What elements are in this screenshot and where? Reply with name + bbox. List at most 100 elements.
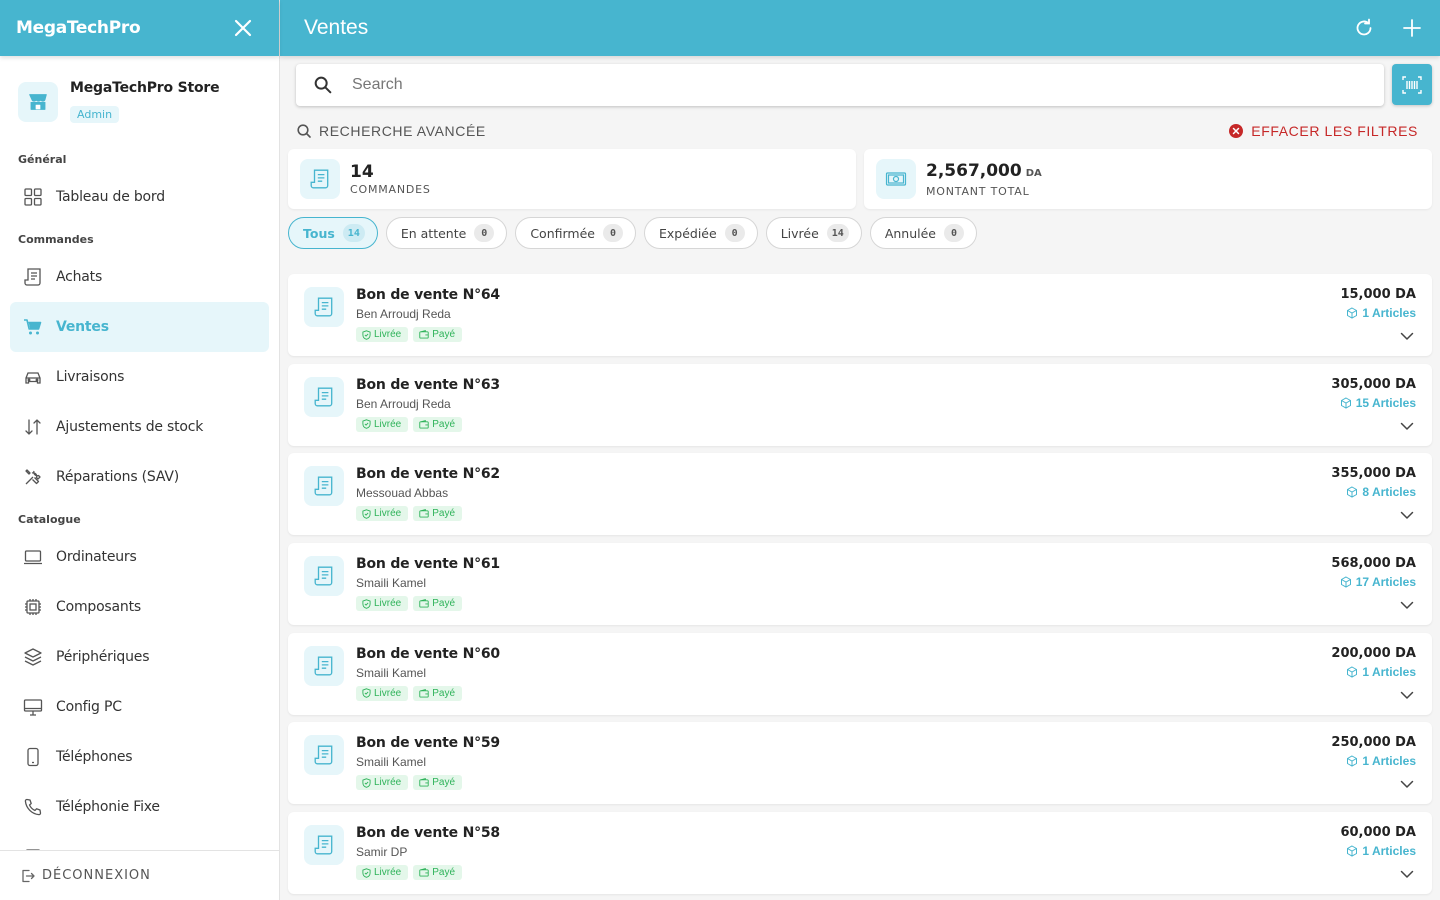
order-card[interactable]: Bon de vente N°59 Smaili Kamel Livrée Pa… [288, 722, 1432, 805]
chip-annulee[interactable]: Annulée 0 [869, 217, 977, 249]
badge-label: Payé [432, 598, 456, 610]
delivery-status-badge: Livrée [356, 506, 409, 522]
badge-label: Payé [432, 508, 456, 520]
cash-icon [885, 172, 907, 186]
order-articles: 17 Articles [1340, 575, 1416, 589]
chevron-down-icon[interactable] [1398, 596, 1416, 614]
advanced-search-button[interactable]: RECHERCHE AVANCÉE [296, 123, 486, 139]
add-icon[interactable] [1400, 16, 1424, 40]
close-icon[interactable] [231, 16, 255, 40]
sidebar-item-config-pc[interactable]: Config PC [10, 682, 269, 732]
barcode-scan-button[interactable] [1392, 64, 1432, 105]
order-card[interactable]: Bon de vente N°64 Ben Arroudj Reda Livré… [288, 274, 1432, 356]
order-amount: 305,000 DA [1331, 376, 1416, 392]
articles-count: 1 Articles [1362, 664, 1416, 679]
chevron-down-icon[interactable] [1398, 506, 1416, 524]
delivery-status-badge: Livrée [356, 865, 409, 881]
orders-list: Bon de vente N°64 Ben Arroudj Reda Livré… [288, 274, 1432, 900]
store-name: MegaTechPro Store [70, 80, 220, 96]
articles-count: 8 Articles [1362, 485, 1416, 500]
search-input[interactable] [352, 76, 1332, 94]
sidebar-item-label: Config PC [56, 699, 122, 715]
logout-button[interactable]: DÉCONNEXION [0, 850, 279, 900]
sidebar-item-livraisons[interactable]: Livraisons [10, 352, 269, 402]
brand-name: MegaTechPro [16, 18, 141, 38]
order-amount: 200,000 DA [1331, 645, 1416, 661]
sidebar-item-achats[interactable]: Achats [10, 252, 269, 302]
order-client: Samir DP [356, 845, 408, 860]
order-card[interactable]: Bon de vente N°60 Smaili Kamel Livrée Pa… [288, 632, 1432, 715]
order-amount: 355,000 DA [1331, 466, 1416, 482]
wallet-icon [419, 688, 429, 698]
order-card[interactable]: Bon de vente N°63 Ben Arroudj Reda Livré… [288, 363, 1432, 446]
chevron-down-icon[interactable] [1398, 327, 1416, 345]
chip-livree[interactable]: Livrée 14 [765, 217, 862, 249]
sidebar-header: MegaTechPro [0, 0, 279, 56]
chevron-down-icon[interactable] [1398, 775, 1416, 793]
filter-row: RECHERCHE AVANCÉE EFFACER LES FILTRES [296, 121, 1418, 141]
sidebar-item-telephones[interactable]: Téléphones [10, 732, 269, 782]
status-filter-chips: Tous 14 En attente 0 Confirmée 0 Expédiée 0 … [288, 217, 977, 249]
sidebar-item-dashboard[interactable]: Tableau de bord [10, 172, 269, 222]
delivery-status-badge: Livrée [356, 685, 409, 701]
sidebar-item-label: Ventes [56, 319, 109, 335]
order-amount: 15,000 DA [1340, 287, 1416, 302]
package-icon [1347, 666, 1358, 678]
chip-expediee[interactable]: Expédiée 0 [643, 217, 758, 249]
logout-label: DÉCONNEXION [42, 868, 151, 883]
store-icon [29, 94, 47, 110]
package-icon [1347, 755, 1358, 768]
badge-label: Livrée [374, 777, 402, 789]
order-amount: 250,000 DA [1331, 735, 1416, 751]
stats-row: 14 COMMANDES 2,567,000 DA MONTANT TOTAL [288, 149, 1432, 209]
chevron-down-icon[interactable] [1398, 417, 1416, 435]
order-card[interactable]: Bon de vente N°61 Smaili Kamel Livrée Pa… [288, 543, 1432, 626]
receipt-icon [314, 656, 333, 676]
sidebar-nav: Général Tableau de bord Commandes Achats… [0, 148, 279, 850]
delivery-status-badge: Livrée [356, 416, 409, 432]
top-app-bar: Ventes [280, 0, 1440, 56]
total-unit: DA [1025, 167, 1042, 179]
wallet-icon [419, 419, 429, 429]
sidebar-item-label: Composants [56, 599, 141, 615]
chip-count: 0 [602, 224, 623, 242]
package-icon [1340, 397, 1351, 409]
chevron-down-icon[interactable] [1398, 865, 1416, 883]
sidebar-item-ordinateurs[interactable]: Ordinateurs [10, 532, 269, 582]
laptop-icon [24, 550, 42, 565]
sidebar-item-reparations[interactable]: Réparations (SAV) [10, 452, 269, 502]
receipt-icon [314, 745, 333, 765]
order-card[interactable]: Bon de vente N°58 Samir DP Livrée Payé 6… [288, 812, 1432, 895]
sidebar-item-partial[interactable] [10, 832, 269, 850]
logout-icon [22, 869, 35, 882]
chip-confirmee[interactable]: Confirmée 0 [515, 217, 636, 249]
payment-status-badge: Payé [413, 327, 463, 342]
package-icon [1347, 486, 1358, 498]
store-avatar [18, 82, 58, 122]
chip-tous[interactable]: Tous 14 [288, 217, 378, 249]
sidebar-item-ventes[interactable]: Ventes [10, 302, 269, 352]
order-card[interactable]: Bon de vente N°62 Messouad Abbas Livrée … [288, 453, 1432, 536]
refresh-icon[interactable] [1352, 16, 1376, 40]
order-client: Messouad Abbas [356, 486, 449, 501]
sidebar-item-label: Livraisons [56, 369, 125, 385]
order-title: Bon de vente N°60 [356, 645, 500, 662]
chip-en-attente[interactable]: En attente 0 [385, 217, 508, 249]
chip-count: 14 [342, 224, 365, 242]
order-client: Smaili Kamel [356, 755, 427, 770]
payment-status-badge: Payé [413, 596, 463, 612]
clear-filters-button[interactable]: EFFACER LES FILTRES [1229, 123, 1418, 139]
search-icon [297, 124, 311, 138]
sidebar-item-telephonie-fixe[interactable]: Téléphonie Fixe [10, 782, 269, 832]
order-client: Smaili Kamel [356, 576, 427, 591]
receipt-icon [314, 387, 333, 407]
order-title: Bon de vente N°64 [356, 287, 500, 303]
sidebar-item-composants[interactable]: Composants [10, 582, 269, 632]
sidebar-item-peripheriques[interactable]: Périphériques [10, 632, 269, 682]
wallet-icon [419, 778, 429, 787]
chevron-down-icon[interactable] [1398, 686, 1416, 704]
chip-label: En attente [400, 225, 467, 241]
sidebar-item-ajustements[interactable]: Ajustements de stock [10, 402, 269, 452]
wallet-icon [419, 599, 429, 608]
payment-status-badge: Payé [413, 775, 463, 791]
